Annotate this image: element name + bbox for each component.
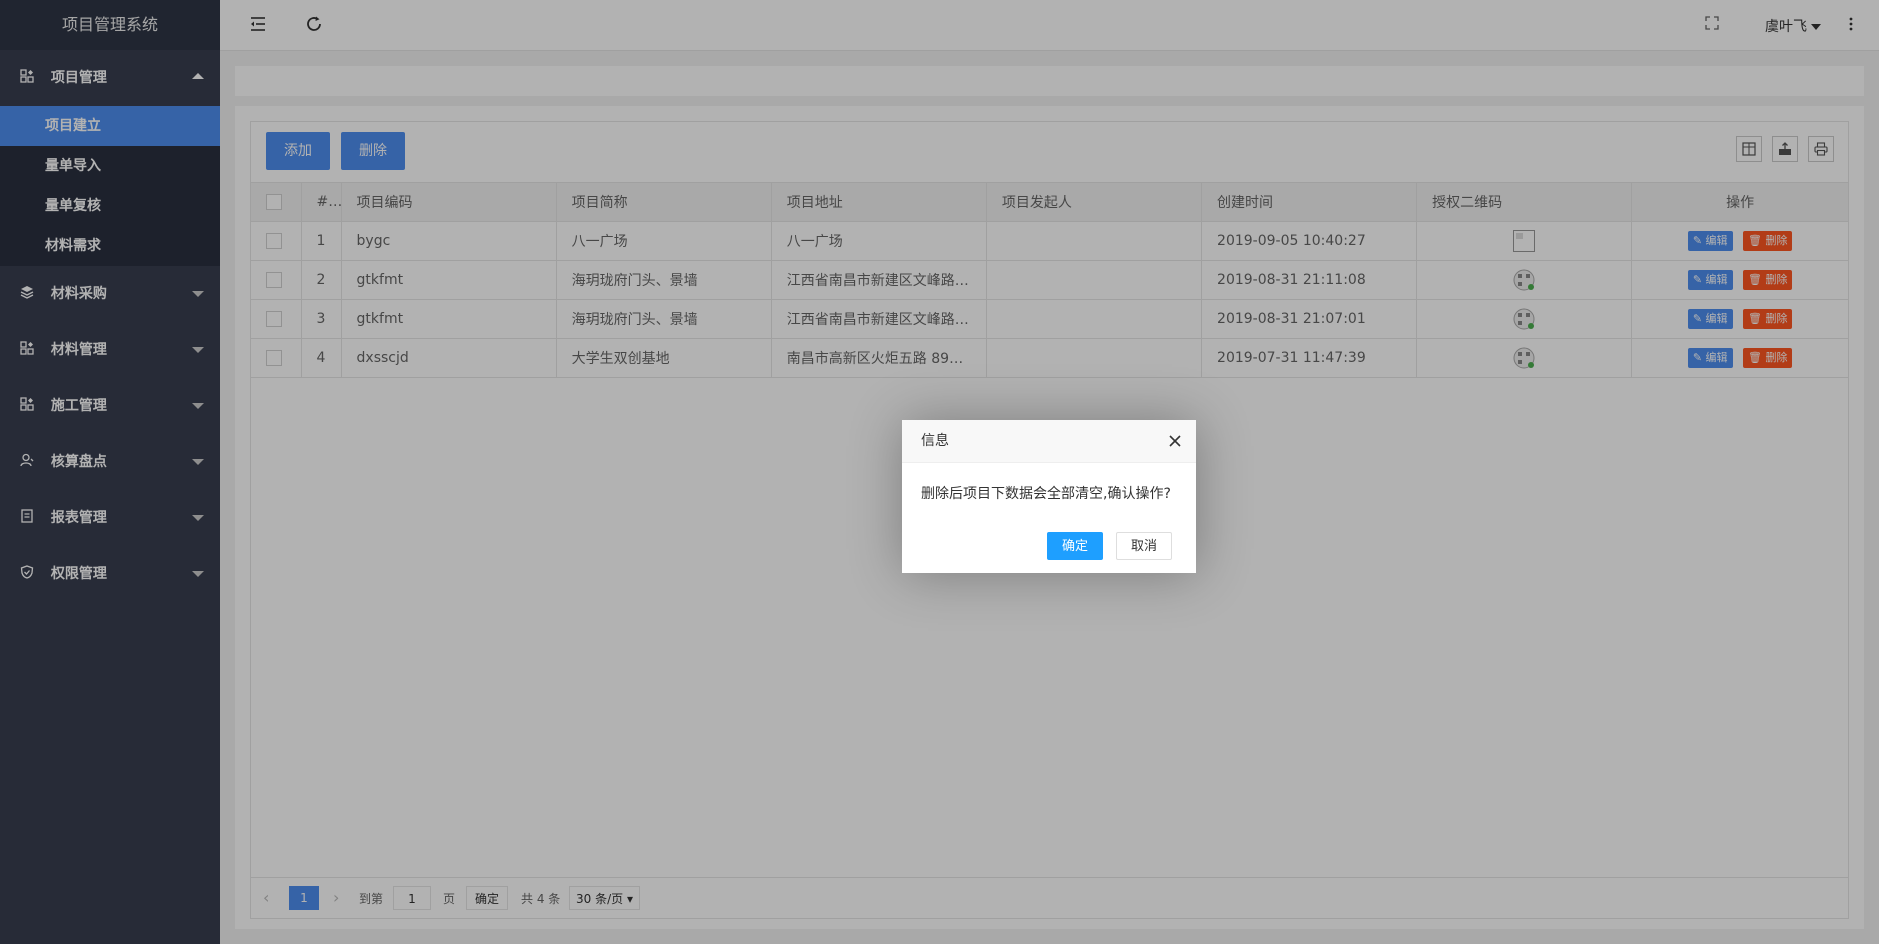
confirm-dialog: 信息 删除后项目下数据会全部清空,确认操作? 确定 取消	[902, 420, 1196, 573]
dialog-message: 删除后项目下数据会全部清空,确认操作?	[921, 486, 1171, 502]
close-icon[interactable]	[1168, 434, 1182, 448]
dialog-cancel-button[interactable]: 取消	[1116, 532, 1173, 560]
dialog-confirm-button[interactable]: 确定	[1047, 532, 1104, 560]
dialog-title: 信息	[902, 420, 1196, 463]
